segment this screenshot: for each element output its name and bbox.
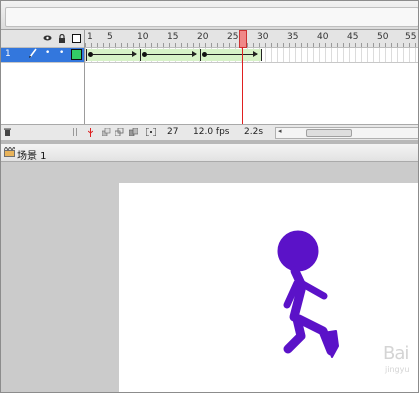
ruler-label-15: 15 bbox=[167, 32, 179, 42]
modify-markers-icon[interactable] bbox=[145, 127, 157, 137]
layer-number: 1 bbox=[5, 49, 11, 59]
playhead-line bbox=[242, 47, 243, 125]
stage-canvas[interactable] bbox=[119, 183, 418, 392]
ruler-ticks bbox=[85, 43, 418, 47]
ruler-label-45: 45 bbox=[347, 32, 359, 42]
visibility-dot-icon[interactable]: • bbox=[45, 48, 50, 58]
motion-tween-3[interactable] bbox=[200, 49, 262, 61]
ruler-label-20: 20 bbox=[197, 32, 209, 42]
frames-row[interactable] bbox=[85, 48, 418, 63]
ruler-label-40: 40 bbox=[317, 32, 329, 42]
ruler-label-55: 55 bbox=[405, 32, 417, 42]
tween-arrow bbox=[147, 51, 197, 57]
frames-panel-empty bbox=[85, 63, 418, 124]
center-frame-icon[interactable] bbox=[87, 128, 94, 137]
ruler-label-35: 35 bbox=[287, 32, 299, 42]
scroll-thumb[interactable] bbox=[306, 129, 352, 137]
pencil-icon bbox=[28, 47, 38, 62]
toolbar-strip bbox=[1, 1, 418, 30]
scene-bar: 场景 1 bbox=[1, 144, 418, 162]
onion-outline-icon[interactable] bbox=[114, 127, 124, 137]
ruler-label-1: 1 bbox=[87, 32, 93, 42]
layer-color-swatch-icon[interactable] bbox=[71, 49, 82, 60]
timeline-header: 1 5 10 15 20 25 30 35 40 45 50 55 bbox=[1, 30, 418, 48]
lock-dot-icon[interactable]: • bbox=[59, 48, 64, 58]
panel-divider bbox=[84, 30, 85, 125]
motion-tween-1[interactable] bbox=[86, 49, 140, 61]
layer-row-1[interactable]: 1 • • bbox=[1, 48, 84, 62]
scroll-left-arrow-icon[interactable]: ◂ bbox=[278, 127, 282, 135]
toolbar-field bbox=[5, 7, 418, 27]
ruler-label-10: 10 bbox=[137, 32, 149, 42]
onion-skin-icon[interactable] bbox=[101, 127, 111, 137]
eye-icon[interactable] bbox=[43, 34, 52, 45]
grip-icon bbox=[73, 128, 80, 136]
tween-arrow bbox=[93, 51, 137, 57]
ruler-label-50: 50 bbox=[377, 32, 389, 42]
outline-icon[interactable] bbox=[72, 34, 81, 46]
watermark-sub: jingyu bbox=[385, 365, 410, 374]
edit-multiple-frames-icon[interactable] bbox=[128, 127, 139, 137]
playhead-handle[interactable] bbox=[239, 30, 247, 48]
layers-panel-empty bbox=[1, 63, 84, 124]
ruler-label-30: 30 bbox=[257, 32, 269, 42]
scene-label[interactable]: 场景 1 bbox=[17, 147, 47, 162]
ruler-label-25: 25 bbox=[227, 32, 239, 42]
trash-icon[interactable] bbox=[4, 128, 11, 136]
scene-icon[interactable] bbox=[3, 146, 16, 160]
ruler-label-5: 5 bbox=[107, 32, 113, 42]
frame-rate[interactable]: 12.0 fps bbox=[193, 127, 229, 137]
watermark-logo: Bai bbox=[383, 343, 409, 364]
timeline-hscroll[interactable]: ◂ bbox=[275, 127, 418, 139]
tween-arrow bbox=[207, 51, 258, 57]
elapsed-time: 2.2s bbox=[244, 127, 264, 137]
motion-tween-2[interactable] bbox=[140, 49, 200, 61]
timeline-status-bar: 27 12.0 fps 2.2s ◂ bbox=[1, 124, 418, 141]
lock-icon[interactable] bbox=[58, 33, 66, 46]
current-frame: 27 bbox=[167, 127, 179, 137]
flash-window: 1510152025303540455055 1 • • bbox=[0, 0, 419, 393]
